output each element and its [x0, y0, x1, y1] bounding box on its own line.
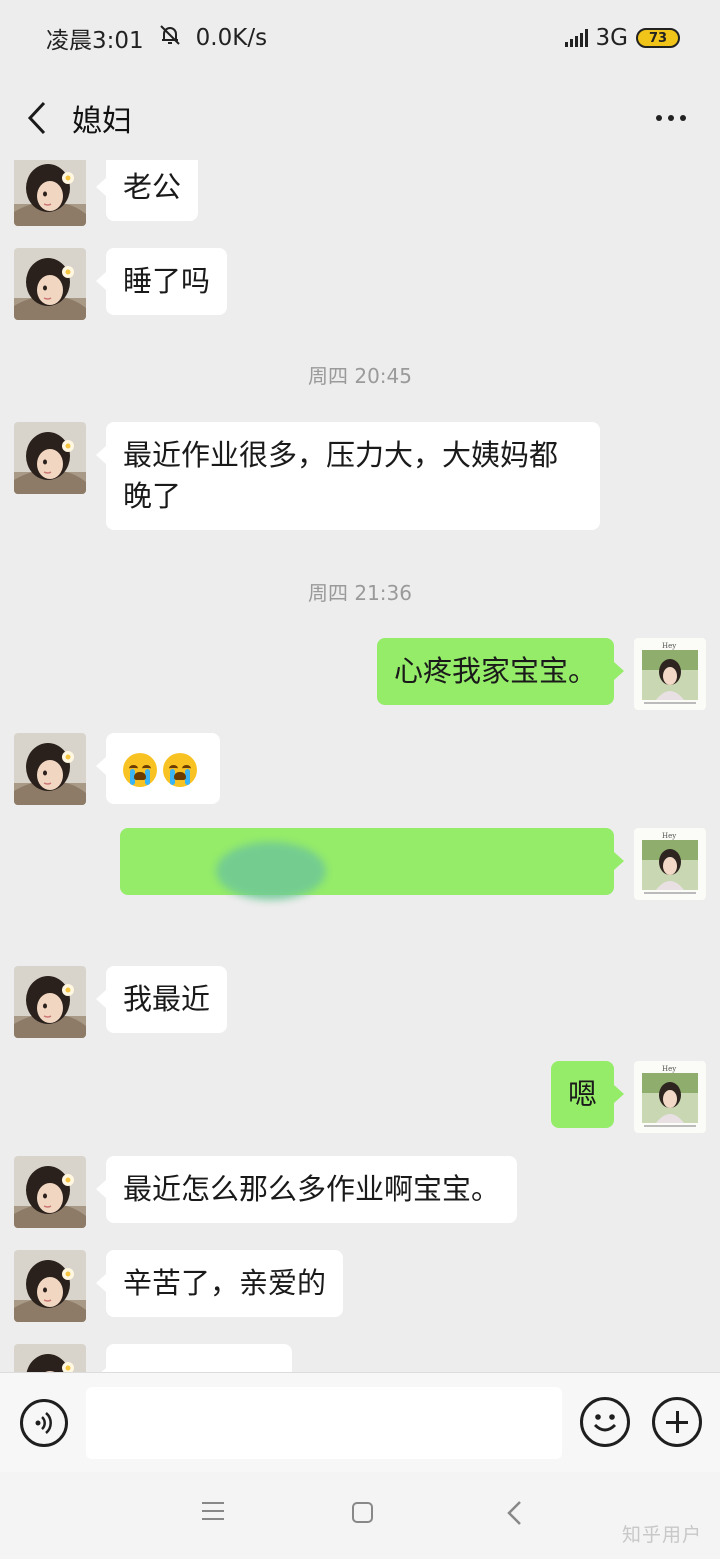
- time-divider: 周四 20:45: [308, 364, 412, 388]
- emoji-button[interactable]: [580, 1397, 630, 1447]
- status-time: 凌晨3:01: [46, 28, 144, 54]
- message-bubble[interactable]: 我最近: [95, 966, 228, 1033]
- battery-icon: 73: [636, 28, 680, 48]
- chat-input-bar: [0, 1372, 720, 1472]
- my-avatar[interactable]: [634, 1061, 706, 1133]
- voice-icon: [35, 1412, 52, 1434]
- system-nav-bar: 知乎用户: [0, 1472, 720, 1559]
- dot-icon: [680, 115, 686, 121]
- message-bubble[interactable]: [96, 733, 220, 804]
- more-options-button[interactable]: [646, 105, 696, 131]
- voice-input-button[interactable]: [20, 1399, 68, 1447]
- back-button[interactable]: [24, 93, 60, 143]
- message-input[interactable]: [86, 1387, 562, 1459]
- status-bar: 凌晨3:01 0.0K/s 3G 73: [0, 0, 720, 76]
- message-bubble[interactable]: 最近作业很多，压力大，大姨妈都晚了: [96, 422, 600, 530]
- message-bubble[interactable]: 心疼我家宝宝。: [376, 638, 625, 705]
- time-divider: 周四 21:36: [308, 581, 412, 605]
- watermark: 知乎用户: [621, 1524, 702, 1546]
- message-bubble[interactable]: 老公: [95, 160, 199, 221]
- loudly-crying-face-icon: [123, 753, 157, 787]
- loudly-crying-face-icon: [163, 753, 197, 787]
- contact-avatar[interactable]: [14, 422, 86, 494]
- smiley-icon: [593, 1414, 617, 1432]
- redaction-blur: [216, 842, 326, 900]
- home-icon[interactable]: [352, 1502, 373, 1523]
- contact-avatar[interactable]: [14, 966, 86, 1038]
- message-bubble[interactable]: 睡了吗: [95, 248, 228, 315]
- contact-avatar[interactable]: [14, 733, 86, 805]
- contact-avatar[interactable]: [14, 1344, 86, 1372]
- message-list[interactable]: 老公 睡了吗 周四 20:45 最近作业很多，压力大，大姨妈都晚了 周四 21:…: [0, 160, 720, 1372]
- message-bubble[interactable]: [96, 1344, 292, 1372]
- message-bubble[interactable]: 最近怎么那么多作业啊宝宝。: [95, 1156, 518, 1223]
- message-bubble[interactable]: [120, 828, 624, 900]
- net-speed: 0.0K/s: [195, 25, 268, 51]
- dot-icon: [668, 115, 674, 121]
- signal-icon: [564, 29, 588, 47]
- my-avatar[interactable]: [634, 828, 706, 900]
- battery-level: 73: [648, 30, 668, 46]
- chat-title: 媳妇: [72, 104, 132, 139]
- chat-header: 媳妇: [0, 76, 720, 160]
- contact-avatar[interactable]: [14, 160, 86, 226]
- message-bubble[interactable]: 嗯: [550, 1061, 625, 1128]
- message-bubble[interactable]: 辛苦了，亲爱的: [95, 1250, 344, 1317]
- my-avatar[interactable]: [634, 638, 706, 710]
- mute-bell-icon: [158, 23, 182, 53]
- contact-avatar[interactable]: [14, 248, 86, 320]
- chevron-left-icon: [27, 101, 46, 135]
- dot-icon: [656, 115, 662, 121]
- network-type: 3G: [595, 25, 628, 51]
- contact-avatar[interactable]: [14, 1156, 86, 1228]
- contact-avatar[interactable]: [14, 1250, 86, 1322]
- more-functions-button[interactable]: [652, 1397, 702, 1447]
- menu-icon[interactable]: [202, 1502, 224, 1522]
- back-triangle-icon[interactable]: [506, 1500, 522, 1526]
